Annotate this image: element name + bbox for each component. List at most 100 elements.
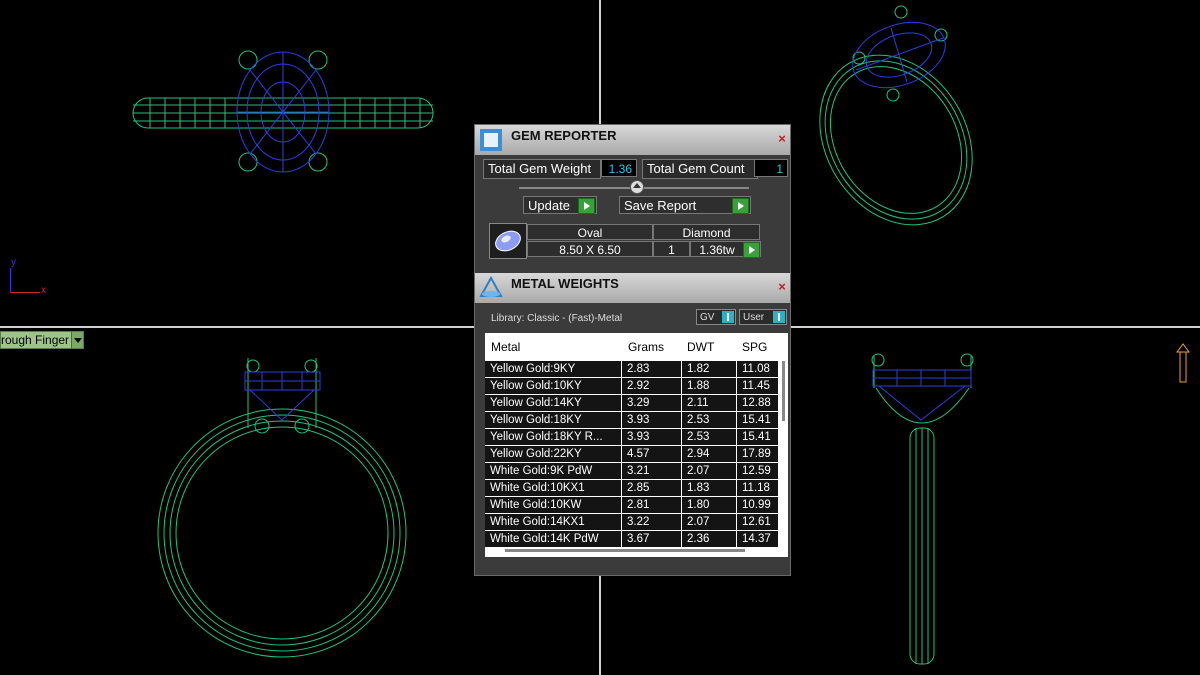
metal-name: White Gold:10KW	[485, 497, 622, 513]
metal-dwt: 1.83	[682, 480, 737, 496]
metal-dwt: 2.11	[682, 395, 737, 411]
play-icon	[732, 198, 749, 214]
metal-dwt: 2.53	[682, 412, 737, 428]
table-row[interactable]: White Gold:10KX1 2.85 1.83 11.18	[485, 480, 779, 496]
table-row[interactable]: White Gold:10KW 2.81 1.80 10.99	[485, 497, 779, 513]
table-row[interactable]: Yellow Gold:10KY 2.92 1.88 11.45	[485, 378, 779, 394]
total-gem-count-label: Total Gem Count	[642, 159, 758, 179]
metal-spg: 17.89	[737, 446, 779, 462]
update-button[interactable]: Update	[523, 196, 597, 214]
metal-spg: 10.99	[737, 497, 779, 513]
total-gem-weight-value: 1.36	[601, 159, 637, 177]
metal-table-header: Metal Grams DWT SPG	[485, 333, 788, 359]
table-row[interactable]: White Gold:14K PdW 3.67 2.36 14.37	[485, 531, 779, 547]
metal-weights-icon	[479, 276, 503, 297]
save-report-button-label: Save Report	[624, 198, 697, 213]
metal-weights-header: METAL WEIGHTS ×	[475, 273, 790, 303]
gem-reporter-icon	[480, 129, 502, 151]
metal-spg: 12.88	[737, 395, 779, 411]
metal-grams: 3.21	[622, 463, 682, 479]
total-gem-weight-label: Total Gem Weight	[483, 159, 601, 179]
axis-y-label: y	[11, 257, 16, 268]
metal-dwt: 2.94	[682, 446, 737, 462]
gv-toggle-label: GV	[700, 312, 715, 323]
finger-dropdown[interactable]: rough Finger	[0, 331, 85, 349]
metal-weights-title: METAL WEIGHTS	[511, 276, 619, 291]
gem-reporter-title: GEM REPORTER	[511, 128, 617, 143]
metal-dwt: 1.82	[682, 361, 737, 377]
panel-collapse-handle[interactable]	[630, 180, 644, 194]
gem-detail-button[interactable]	[743, 241, 761, 258]
metal-spg: 11.08	[737, 361, 779, 377]
metal-name: White Gold:9K PdW	[485, 463, 622, 479]
light-icon[interactable]	[1176, 342, 1190, 386]
play-icon	[743, 242, 760, 258]
metal-spg: 11.18	[737, 480, 779, 496]
table-row[interactable]: Yellow Gold:9KY 2.83 1.82 11.08	[485, 361, 779, 377]
close-icon[interactable]: ×	[776, 280, 788, 293]
save-report-button[interactable]: Save Report	[619, 196, 751, 214]
axis-x-label: x	[41, 285, 46, 296]
metal-weights-table[interactable]: Metal Grams DWT SPG Yellow Gold:9KY 2.83 1…	[485, 333, 788, 557]
metal-dwt: 1.80	[682, 497, 737, 513]
table-row[interactable]: Yellow Gold:18KY R... 3.93 2.53 15.41	[485, 429, 779, 445]
table-row[interactable]: Yellow Gold:18KY 3.93 2.53 15.41	[485, 412, 779, 428]
metal-name: Yellow Gold:9KY	[485, 361, 622, 377]
vertical-scrollbar[interactable]	[782, 361, 785, 421]
horizontal-scrollbar[interactable]	[505, 549, 745, 552]
finger-dropdown-label: rough Finger	[1, 333, 70, 347]
metal-spg: 15.41	[737, 412, 779, 428]
table-row[interactable]: White Gold:9K PdW 3.21 2.07 12.59	[485, 463, 779, 479]
metal-name: Yellow Gold:18KY R...	[485, 429, 622, 445]
user-toggle[interactable]: User	[739, 309, 787, 325]
library-label: Library: Classic - (Fast)-Metal	[491, 313, 623, 324]
gem-size: 8.50 X 6.50	[527, 241, 653, 257]
metal-name: White Gold:14KX1	[485, 514, 622, 530]
axis-indicator: y x	[8, 257, 48, 296]
gem-reporter-panel: GEM REPORTER × Total Gem Weight 1.36 Tot…	[474, 124, 791, 576]
metal-name: White Gold:14K PdW	[485, 531, 622, 547]
table-row[interactable]: White Gold:14KX1 3.22 2.07 12.61	[485, 514, 779, 530]
metal-grams: 3.29	[622, 395, 682, 411]
gv-toggle[interactable]: GV	[696, 309, 736, 325]
metal-name: White Gold:10KX1	[485, 480, 622, 496]
metal-grams: 2.81	[622, 497, 682, 513]
metal-name: Yellow Gold:18KY	[485, 412, 622, 428]
metal-spg: 11.45	[737, 378, 779, 394]
col-metal: Metal	[491, 340, 521, 354]
update-button-label: Update	[528, 198, 570, 213]
metal-grams: 3.93	[622, 412, 682, 428]
metal-grams: 2.92	[622, 378, 682, 394]
metal-dwt: 2.07	[682, 463, 737, 479]
metal-spg: 15.41	[737, 429, 779, 445]
metal-dwt: 1.88	[682, 378, 737, 394]
metal-dwt: 2.07	[682, 514, 737, 530]
metal-dwt: 2.36	[682, 531, 737, 547]
col-dwt: DWT	[687, 340, 715, 354]
col-grams: Grams	[628, 340, 664, 354]
metal-spg: 12.59	[737, 463, 779, 479]
metal-name: Yellow Gold:14KY	[485, 395, 622, 411]
total-gem-count-value: 1	[754, 159, 788, 177]
toggle-icon	[773, 311, 785, 323]
metal-grams: 3.22	[622, 514, 682, 530]
metal-name: Yellow Gold:10KY	[485, 378, 622, 394]
col-spg: SPG	[742, 340, 768, 354]
metal-grams: 3.93	[622, 429, 682, 445]
metal-grams: 2.85	[622, 480, 682, 496]
metal-grams: 3.67	[622, 531, 682, 547]
metal-name: Yellow Gold:22KY	[485, 446, 622, 462]
table-row[interactable]: Yellow Gold:14KY 3.29 2.11 12.88	[485, 395, 779, 411]
play-icon	[578, 198, 595, 214]
gem-weight: 1.36tw	[690, 241, 744, 257]
toggle-icon	[722, 311, 734, 323]
table-row[interactable]: Yellow Gold:22KY 4.57 2.94 17.89	[485, 446, 779, 462]
metal-dwt: 2.53	[682, 429, 737, 445]
user-toggle-label: User	[743, 312, 765, 323]
close-icon[interactable]: ×	[776, 132, 788, 145]
metal-spg: 12.61	[737, 514, 779, 530]
chevron-down-icon[interactable]	[71, 332, 84, 348]
oval-gem-icon	[489, 223, 527, 259]
metal-grams: 4.57	[622, 446, 682, 462]
gem-shape: Oval	[527, 224, 653, 240]
